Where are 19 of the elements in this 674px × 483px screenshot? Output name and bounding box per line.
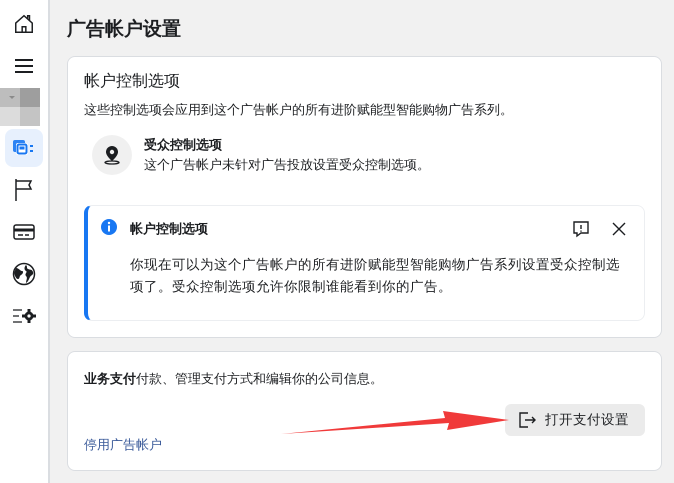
notice-title: 帐户控制选项	[130, 220, 209, 238]
home-icon	[13, 13, 35, 35]
card-description: 这些控制选项会应用到这个广告帐户的所有进阶赋能型智能购物广告系列。	[84, 102, 514, 119]
page-title: 广告帐户设置	[67, 17, 182, 42]
globe-icon	[12, 262, 36, 286]
option-description: 这个广告帐户未针对广告投放设置受众控制选项。	[144, 157, 430, 174]
exit-icon	[517, 410, 537, 430]
settings-icon	[12, 306, 36, 326]
open-payment-settings-button[interactable]: 打开支付设置	[505, 404, 645, 436]
payment-description: 业务支付付款、管理支付方式和编辑你的公司信息。	[84, 371, 384, 388]
location-pin-icon	[92, 135, 132, 175]
credit-card-icon	[13, 223, 35, 241]
info-icon	[100, 218, 118, 236]
notice-text: 你现在可以为这个广告帐户的所有进阶赋能型智能购物广告系列设置受众控制选项了。受众控制选项允许你限制谁能看到你的广告。	[130, 256, 621, 297]
deactivate-account-link[interactable]: 停用广告帐户	[84, 436, 162, 454]
card-title: 帐户控制选项	[84, 71, 181, 92]
option-title: 受众控制选项	[144, 136, 223, 154]
menu-icon	[14, 58, 34, 74]
flag-icon	[13, 178, 35, 202]
